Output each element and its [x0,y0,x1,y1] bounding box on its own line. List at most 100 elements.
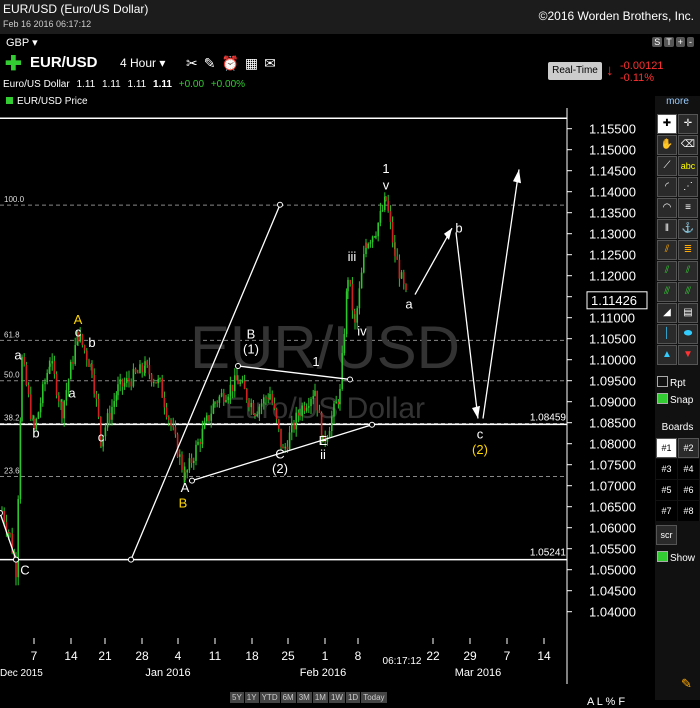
speed-lines-icon[interactable]: ◢ [657,303,677,323]
period-5y-button[interactable]: 5Y [230,692,244,703]
candle-body [58,395,60,402]
snap-option[interactable]: Snap [657,393,693,406]
anchor-icon[interactable]: ⚓ [678,219,698,239]
quote-last: 1.11 [153,79,172,90]
symbol-label[interactable]: EUR/USD [30,54,98,71]
board-4-button[interactable]: #4 [678,459,699,479]
remove-chart-button[interactable]: - [687,37,694,47]
grid-icon[interactable]: ▦ [245,55,264,71]
x-tick-label: 1 [322,649,329,663]
t-button[interactable]: T [664,37,674,47]
candle-body [354,318,356,323]
period-ytd-button[interactable]: YTD [259,692,280,703]
price-change: -0.00121 -0.11% [620,60,663,84]
period-6m-button[interactable]: 6M [280,692,296,703]
board-8-button[interactable]: #8 [678,501,699,521]
candle-body [265,397,267,399]
candle-body [316,390,318,411]
trendline-icon[interactable]: ⟋ [657,156,677,176]
period-1m-button[interactable]: 1M [312,692,328,703]
rpt-checkbox[interactable] [657,376,668,387]
period-1y-button[interactable]: 1Y [244,692,259,703]
price-legend[interactable]: EUR/USD Price [6,96,88,107]
candle-body [70,361,72,380]
realtime-button[interactable]: Real-Time [548,62,602,80]
candle-body [111,406,113,420]
candle-body [231,384,234,392]
candle-body [223,392,225,403]
show-checkbox[interactable] [657,551,668,562]
interval-dropdown[interactable]: 4 Hour ▾ [120,56,165,70]
board-3-button[interactable]: #3 [656,459,677,479]
price-chart[interactable]: 100.061.850.038.223.61.084591.05241 EUR/… [0,108,655,684]
edit-icon[interactable]: ✎ [204,55,222,71]
parallel-icon[interactable]: ⫽ [678,261,698,281]
board-6-button[interactable]: #6 [678,480,699,500]
candle-body [351,283,354,311]
board-1-button[interactable]: #1 [656,438,677,458]
tools-icon[interactable]: ✂ [186,55,204,71]
channel-icon[interactable]: ⫽ [657,261,677,281]
candle-body [199,441,201,445]
rpt-option[interactable]: Rpt [657,376,686,389]
grid-lines-icon[interactable]: ▤ [678,303,698,323]
plus-icon[interactable]: ✚ [5,51,22,76]
gann-fan-icon[interactable]: ≡ [678,198,698,218]
pencil-icon[interactable]: ✎ [681,676,692,692]
currency-dropdown[interactable]: GBP ▾ [6,36,38,49]
pitchfork-icon[interactable]: ⫽ [657,240,677,260]
candle-body [239,382,241,384]
hand-icon[interactable]: ✋ [657,135,677,155]
eraser-icon[interactable]: ⌫ [678,135,698,155]
alarm-icon[interactable]: ⏰ [221,55,244,71]
quote-high: 1.11 [102,79,121,90]
regression-icon[interactable]: ⫻ [678,282,698,302]
fib-icon[interactable]: ≣ [678,240,698,260]
snap-checkbox[interactable] [657,393,668,404]
note-icon[interactable]: ✉ [264,55,282,71]
channel2-icon[interactable]: ⫻ [657,282,677,302]
candle-body [371,236,374,243]
candle-body [65,390,68,401]
candle-body [375,236,377,238]
scale-options[interactable]: A L % F [587,696,625,708]
vertical-line-icon[interactable]: │ [657,324,677,344]
candle-body [210,413,212,421]
candle-body [130,381,132,387]
add-chart-button[interactable]: + [675,37,685,47]
cursor-icon[interactable]: ✛ [678,114,698,134]
period-3m-button[interactable]: 3M [296,692,312,703]
more-link[interactable]: more [655,96,700,107]
arrow-down-tool-icon[interactable]: ▼ [678,345,698,365]
period-1d-button[interactable]: 1D [345,692,361,703]
cycles-icon[interactable]: ◠ [657,198,677,218]
s-button[interactable]: S [652,37,663,47]
show-option[interactable]: Show [657,551,695,564]
y-tick-label: 1.12500 [589,248,636,263]
arrow-up-icon[interactable]: ▲ [657,345,677,365]
ellipse-icon[interactable]: ⬬ [678,324,698,344]
crosshair-icon[interactable]: ✚ [657,114,677,134]
board-5-button[interactable]: #5 [656,480,677,500]
candle-body [360,272,363,289]
y-tick-label: 1.15500 [589,122,636,137]
wave-label: C [275,446,284,461]
period-today-button[interactable]: Today [361,692,387,703]
period-1w-button[interactable]: 1W [328,692,345,703]
board-7-button[interactable]: #7 [656,501,677,521]
anchor-point [128,556,134,563]
scr-button[interactable]: scr [656,525,677,545]
right-sidebar: more ✚ ✛ ✋ ⌫ ⟋ abc ◜ ⋰ ◠ ≡ ‖ ⚓ ⫽ ≣ ⫽ ⫽ ⫻… [655,96,700,700]
board-2-button[interactable]: #2 [678,438,699,458]
x-tick-label: 8 [355,649,362,663]
y-tick-label: 1.08500 [589,416,636,431]
candle-body [170,420,172,426]
fan-icon[interactable]: ⋰ [678,177,698,197]
candle-body [229,384,232,397]
arc-icon[interactable]: ◜ [657,177,677,197]
candle-body [126,378,128,384]
vertical-lines-icon[interactable]: ‖ [657,219,677,239]
text-tool-icon[interactable]: abc [678,156,698,176]
candle-body [394,249,396,257]
candle-body [280,428,282,447]
